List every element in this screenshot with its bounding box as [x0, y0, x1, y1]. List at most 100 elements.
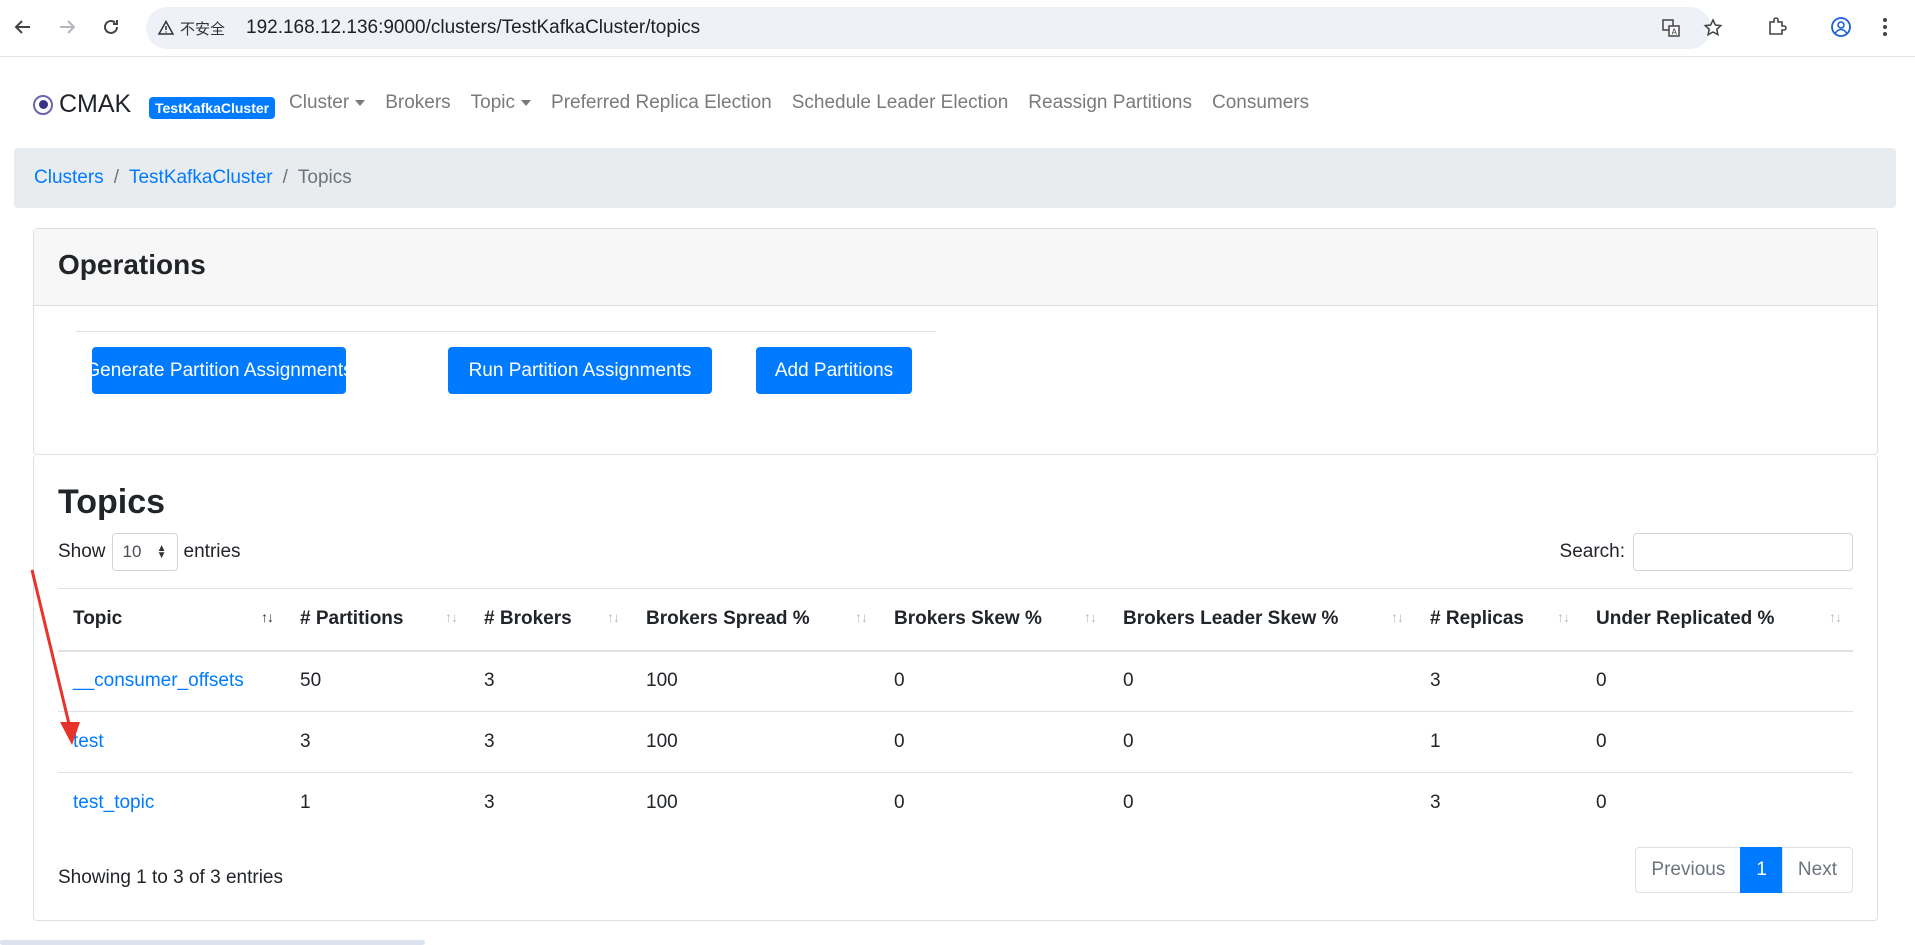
operations-card: Operations Generate Partition Assignment… — [33, 228, 1878, 455]
menu-kebab-icon[interactable] — [1870, 12, 1900, 42]
nav-item-label: Cluster — [289, 92, 350, 113]
nav-item-preferred-replica-election[interactable]: Preferred Replica Election — [551, 92, 772, 114]
column-header-label: Brokers Leader Skew % — [1123, 608, 1339, 630]
column-header-label: # Replicas — [1430, 608, 1524, 630]
topic-cell: __consumer_offsets — [58, 650, 285, 712]
security-chip[interactable]: 不安全 — [158, 15, 235, 41]
table-cell: 100 — [646, 792, 678, 814]
column-header-replicas[interactable]: # Replicas ↑↓ — [1415, 588, 1581, 652]
table-cell: 100 — [631, 650, 879, 712]
nav-item-cluster[interactable]: Cluster — [289, 92, 366, 114]
nav-item-brokers[interactable]: Brokers — [385, 92, 450, 114]
brand-link[interactable]: CMAK — [33, 90, 131, 119]
caret-down-icon — [521, 100, 532, 106]
cmak-logo-icon — [33, 94, 53, 115]
reload-icon[interactable] — [96, 12, 126, 42]
generate-partition-assignments-button[interactable]: Generate Partition Assignments — [85, 347, 353, 394]
table-cell: 0 — [1596, 792, 1607, 814]
table-cell: 3 — [285, 711, 469, 773]
nav-item-label: Topic — [470, 92, 516, 113]
table-cell: 0 — [894, 792, 905, 814]
topic-link[interactable]: test — [73, 731, 104, 752]
breadcrumb: Clusters / TestKafkaCluster / Topics — [14, 148, 1896, 208]
topic-cell: test_topic — [58, 773, 285, 834]
search-input[interactable] — [1633, 533, 1853, 571]
nav-item-consumers[interactable]: Consumers — [1212, 92, 1309, 114]
translate-icon[interactable]: A — [1658, 15, 1684, 41]
table-search: Search: — [1560, 533, 1853, 571]
column-header-brokers[interactable]: # Brokers ↑↓ — [469, 588, 631, 652]
back-icon[interactable] — [8, 12, 38, 42]
run-partition-assignments-button[interactable]: Run Partition Assignments — [448, 347, 712, 394]
nav-item-topic[interactable]: Topic — [470, 92, 532, 114]
column-header-partitions[interactable]: # Partitions ↑↓ — [285, 588, 469, 652]
table-cell: 50 — [285, 650, 469, 712]
table-header-row: Topic ↑↓ # Partitions ↑↓ # Brokers ↑↓ Broke… — [58, 588, 1853, 652]
extensions-icon[interactable] — [1762, 12, 1792, 42]
sort-icon: ↑↓ — [607, 609, 620, 625]
horizontal-scrollbar[interactable] — [0, 940, 425, 945]
url-text[interactable]: 192.168.12.136:9000/clusters/TestKafkaCl… — [246, 17, 700, 39]
column-header-under-replicated[interactable]: Under Replicated % ↑↓ — [1581, 588, 1853, 652]
app-navbar: CMAK TestKafkaCluster Cluster Brokers To… — [0, 58, 1915, 150]
page-size-value: 10 — [122, 542, 142, 561]
nav-item-label: Reassign Partitions — [1028, 92, 1192, 113]
breadcrumb-separator: / — [282, 167, 288, 188]
table-cell: 1 — [1415, 711, 1581, 773]
bookmark-star-icon[interactable] — [1700, 15, 1726, 41]
page-size-select[interactable]: 10 ▲ ▼ — [111, 533, 178, 571]
nav-item-schedule-leader-election[interactable]: Schedule Leader Election — [792, 92, 1009, 114]
table-cell: 0 — [1108, 650, 1415, 712]
table-row: test_topic 1 3 100 0 0 3 0 — [58, 773, 1853, 834]
breadcrumb-clusters[interactable]: Clusters — [34, 167, 104, 189]
forward-icon[interactable] — [52, 12, 82, 42]
topic-cell: test — [58, 711, 285, 773]
address-bar[interactable]: 不安全 192.168.12.136:9000/clusters/TestKaf… — [146, 7, 1723, 49]
table-cell: 1 — [300, 792, 311, 814]
nav-item-reassign-partitions[interactable]: Reassign Partitions — [1028, 92, 1192, 114]
pagination-page[interactable]: 1 — [1740, 847, 1783, 893]
pagination-next[interactable]: Next — [1781, 847, 1853, 893]
table-row: test 3 3 100 0 0 1 0 — [58, 711, 1853, 773]
topic-link[interactable]: test_topic — [73, 792, 154, 813]
sort-icon: ↑↓ — [1829, 609, 1842, 625]
table-cell: 0 — [1108, 711, 1415, 773]
column-header-brokers-leader-skew[interactable]: Brokers Leader Skew % ↑↓ — [1108, 588, 1415, 652]
column-header-topic[interactable]: Topic ↑↓ — [58, 588, 285, 652]
column-header-label: Topic — [73, 608, 123, 630]
pagination-previous[interactable]: Previous — [1635, 847, 1742, 893]
column-header-label: Brokers Spread % — [646, 608, 810, 630]
table-row: __consumer_offsets 50 3 100 0 0 3 0 — [58, 650, 1853, 712]
select-updown-icon: ▲ ▼ — [156, 543, 167, 561]
add-partitions-button[interactable]: Add Partitions — [756, 347, 912, 394]
cluster-badge: TestKafkaCluster — [149, 97, 276, 119]
sort-ascending-icon: ↑↓ — [261, 609, 274, 625]
column-header-brokers-skew[interactable]: Brokers Skew % ↑↓ — [879, 588, 1108, 652]
topics-card: Topics Show 10 ▲ ▼ entries Search: Topic ↑… — [33, 455, 1878, 921]
security-label: 不安全 — [180, 20, 226, 38]
table-cell: 0 — [1581, 711, 1853, 773]
topic-link[interactable]: __consumer_offsets — [73, 670, 244, 691]
table-cell: 100 — [631, 711, 879, 773]
sort-icon: ↑↓ — [445, 609, 458, 625]
search-label: Search: — [1559, 541, 1625, 562]
sort-icon: ↑↓ — [1084, 609, 1097, 625]
sort-icon: ↑↓ — [855, 609, 868, 625]
caret-down-icon — [355, 100, 366, 106]
table-cell: 0 — [879, 711, 1108, 773]
table-cell: 3 — [1430, 792, 1441, 814]
breadcrumb-current: Topics — [297, 167, 352, 188]
nav-item-label: Brokers — [385, 92, 451, 113]
sort-icon: ↑↓ — [1391, 609, 1404, 625]
column-header-brokers-spread[interactable]: Brokers Spread % ↑↓ — [631, 588, 879, 652]
column-header-label: # Partitions — [300, 608, 404, 630]
breadcrumb-cluster[interactable]: TestKafkaCluster — [129, 167, 273, 189]
sort-icon: ↑↓ — [1557, 609, 1570, 625]
operations-divider — [76, 331, 936, 332]
column-header-label: Under Replicated % — [1596, 608, 1775, 630]
table-cell: 0 — [1581, 650, 1853, 712]
profile-icon[interactable] — [1826, 12, 1856, 42]
nav-item-label: Preferred Replica Election — [551, 92, 772, 113]
table-cell: 3 — [484, 792, 495, 814]
topics-title: Topics — [58, 483, 166, 521]
